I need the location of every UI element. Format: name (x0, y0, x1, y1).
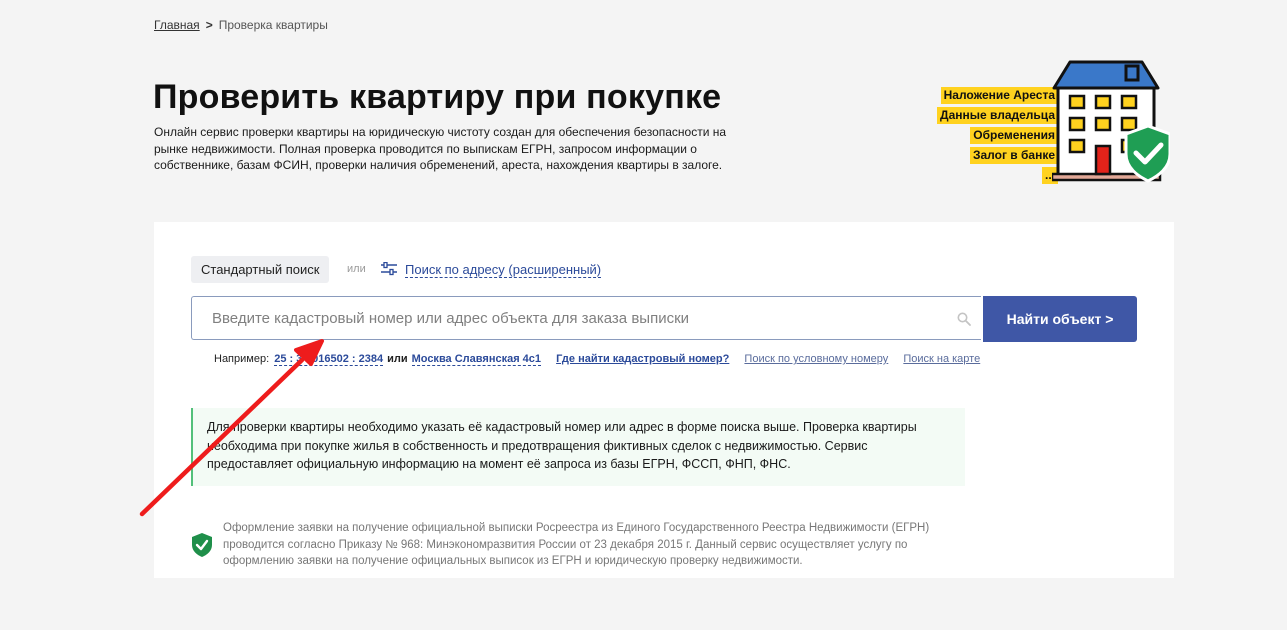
breadcrumb: Главная > Проверка квартиры (154, 18, 328, 32)
page-description: Онлайн сервис проверки квартиры на юриди… (154, 125, 727, 172)
search-card: Стандартный поиск или Поиск по адресу (р… (154, 222, 1174, 578)
feature-tag: Обременения (970, 127, 1058, 144)
info-notice: Для проверки квартиры необходимо указать… (191, 408, 965, 486)
tab-address-search[interactable]: Поиск по адресу (расширенный) (405, 262, 602, 278)
breadcrumb-separator: > (205, 18, 213, 32)
feature-tags: Наложение Ареста Данные владельца Обреме… (930, 86, 1058, 186)
find-cadastral-help-link[interactable]: Где найти кадастровый номер? (556, 353, 729, 365)
breadcrumb-home-link[interactable]: Главная (154, 18, 200, 32)
map-search-link[interactable]: Поиск на карте (903, 353, 980, 365)
search-examples: Например: 25 : 3 : 016502 : 2384 или Москв… (214, 353, 980, 366)
breadcrumb-current: Проверка квартиры (218, 18, 328, 32)
search-icon (957, 312, 971, 326)
conditional-number-search-link[interactable]: Поиск по условному номеру (744, 353, 888, 365)
shield-check-icon (192, 533, 212, 557)
sliders-icon[interactable] (380, 262, 398, 276)
feature-tag: Данные владельца (937, 107, 1058, 124)
feature-tag: Залог в банке (969, 147, 1058, 164)
examples-or: или (387, 353, 408, 365)
example-cadastral-link[interactable]: 25 : 3 : 016502 : 2384 (274, 353, 384, 366)
search-field-wrapper (191, 296, 981, 340)
examples-label: Например: (214, 353, 270, 365)
page-title: Проверить квартиру при покупке (153, 78, 722, 116)
legal-text: Оформление заявки на получение официальн… (223, 522, 930, 567)
or-label: или (347, 263, 366, 275)
find-object-button[interactable]: Найти объект > (983, 296, 1137, 342)
building-icon (1052, 60, 1170, 183)
promo-illustration: Наложение Ареста Данные владельца Обреме… (930, 60, 1170, 185)
search-input[interactable] (192, 297, 952, 339)
example-address-link[interactable]: Москва Славянская 4с1 (411, 353, 542, 366)
tab-standard-search[interactable]: Стандартный поиск (191, 256, 330, 283)
feature-tag: Наложение Ареста (940, 87, 1058, 104)
